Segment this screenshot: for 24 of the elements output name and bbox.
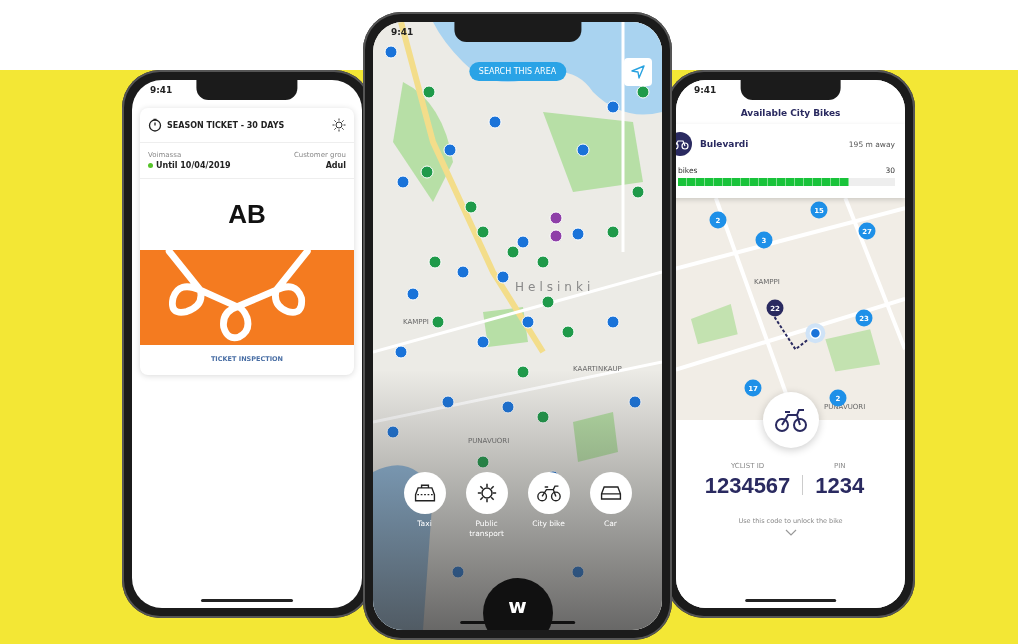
status-time: 9:41 bbox=[694, 85, 717, 95]
pin-value: 1234 bbox=[815, 473, 865, 499]
status-time: 9:41 bbox=[150, 85, 173, 95]
ticket-title: SEASON TICKET - 30 DAYS bbox=[167, 120, 285, 130]
chevron-down-icon[interactable] bbox=[784, 529, 797, 536]
zone-code: AB bbox=[227, 198, 267, 231]
cyclist-id-value: 1234567 bbox=[704, 473, 791, 499]
station-name: Bulevardi bbox=[700, 139, 749, 149]
valid-dot-icon bbox=[148, 163, 153, 168]
search-area-button[interactable]: SEARCH THIS AREA bbox=[468, 62, 567, 81]
navigation-arrow-icon bbox=[631, 65, 645, 79]
status-time: 9:41 bbox=[391, 27, 414, 37]
map-label: Helsinki bbox=[515, 280, 595, 294]
group-value: Adul bbox=[325, 161, 346, 170]
timer-icon bbox=[148, 118, 162, 132]
screen-title: Available City Bikes bbox=[739, 107, 842, 118]
brightness-icon[interactable] bbox=[332, 118, 346, 132]
taxi-icon bbox=[412, 483, 437, 503]
locate-button[interactable] bbox=[624, 58, 652, 86]
validity-value: Until 10/04/2019 bbox=[156, 161, 231, 170]
bicycle-icon bbox=[773, 408, 808, 432]
car-icon bbox=[598, 483, 623, 503]
bicycle-icon bbox=[536, 483, 561, 503]
location-dot-icon bbox=[805, 323, 826, 344]
